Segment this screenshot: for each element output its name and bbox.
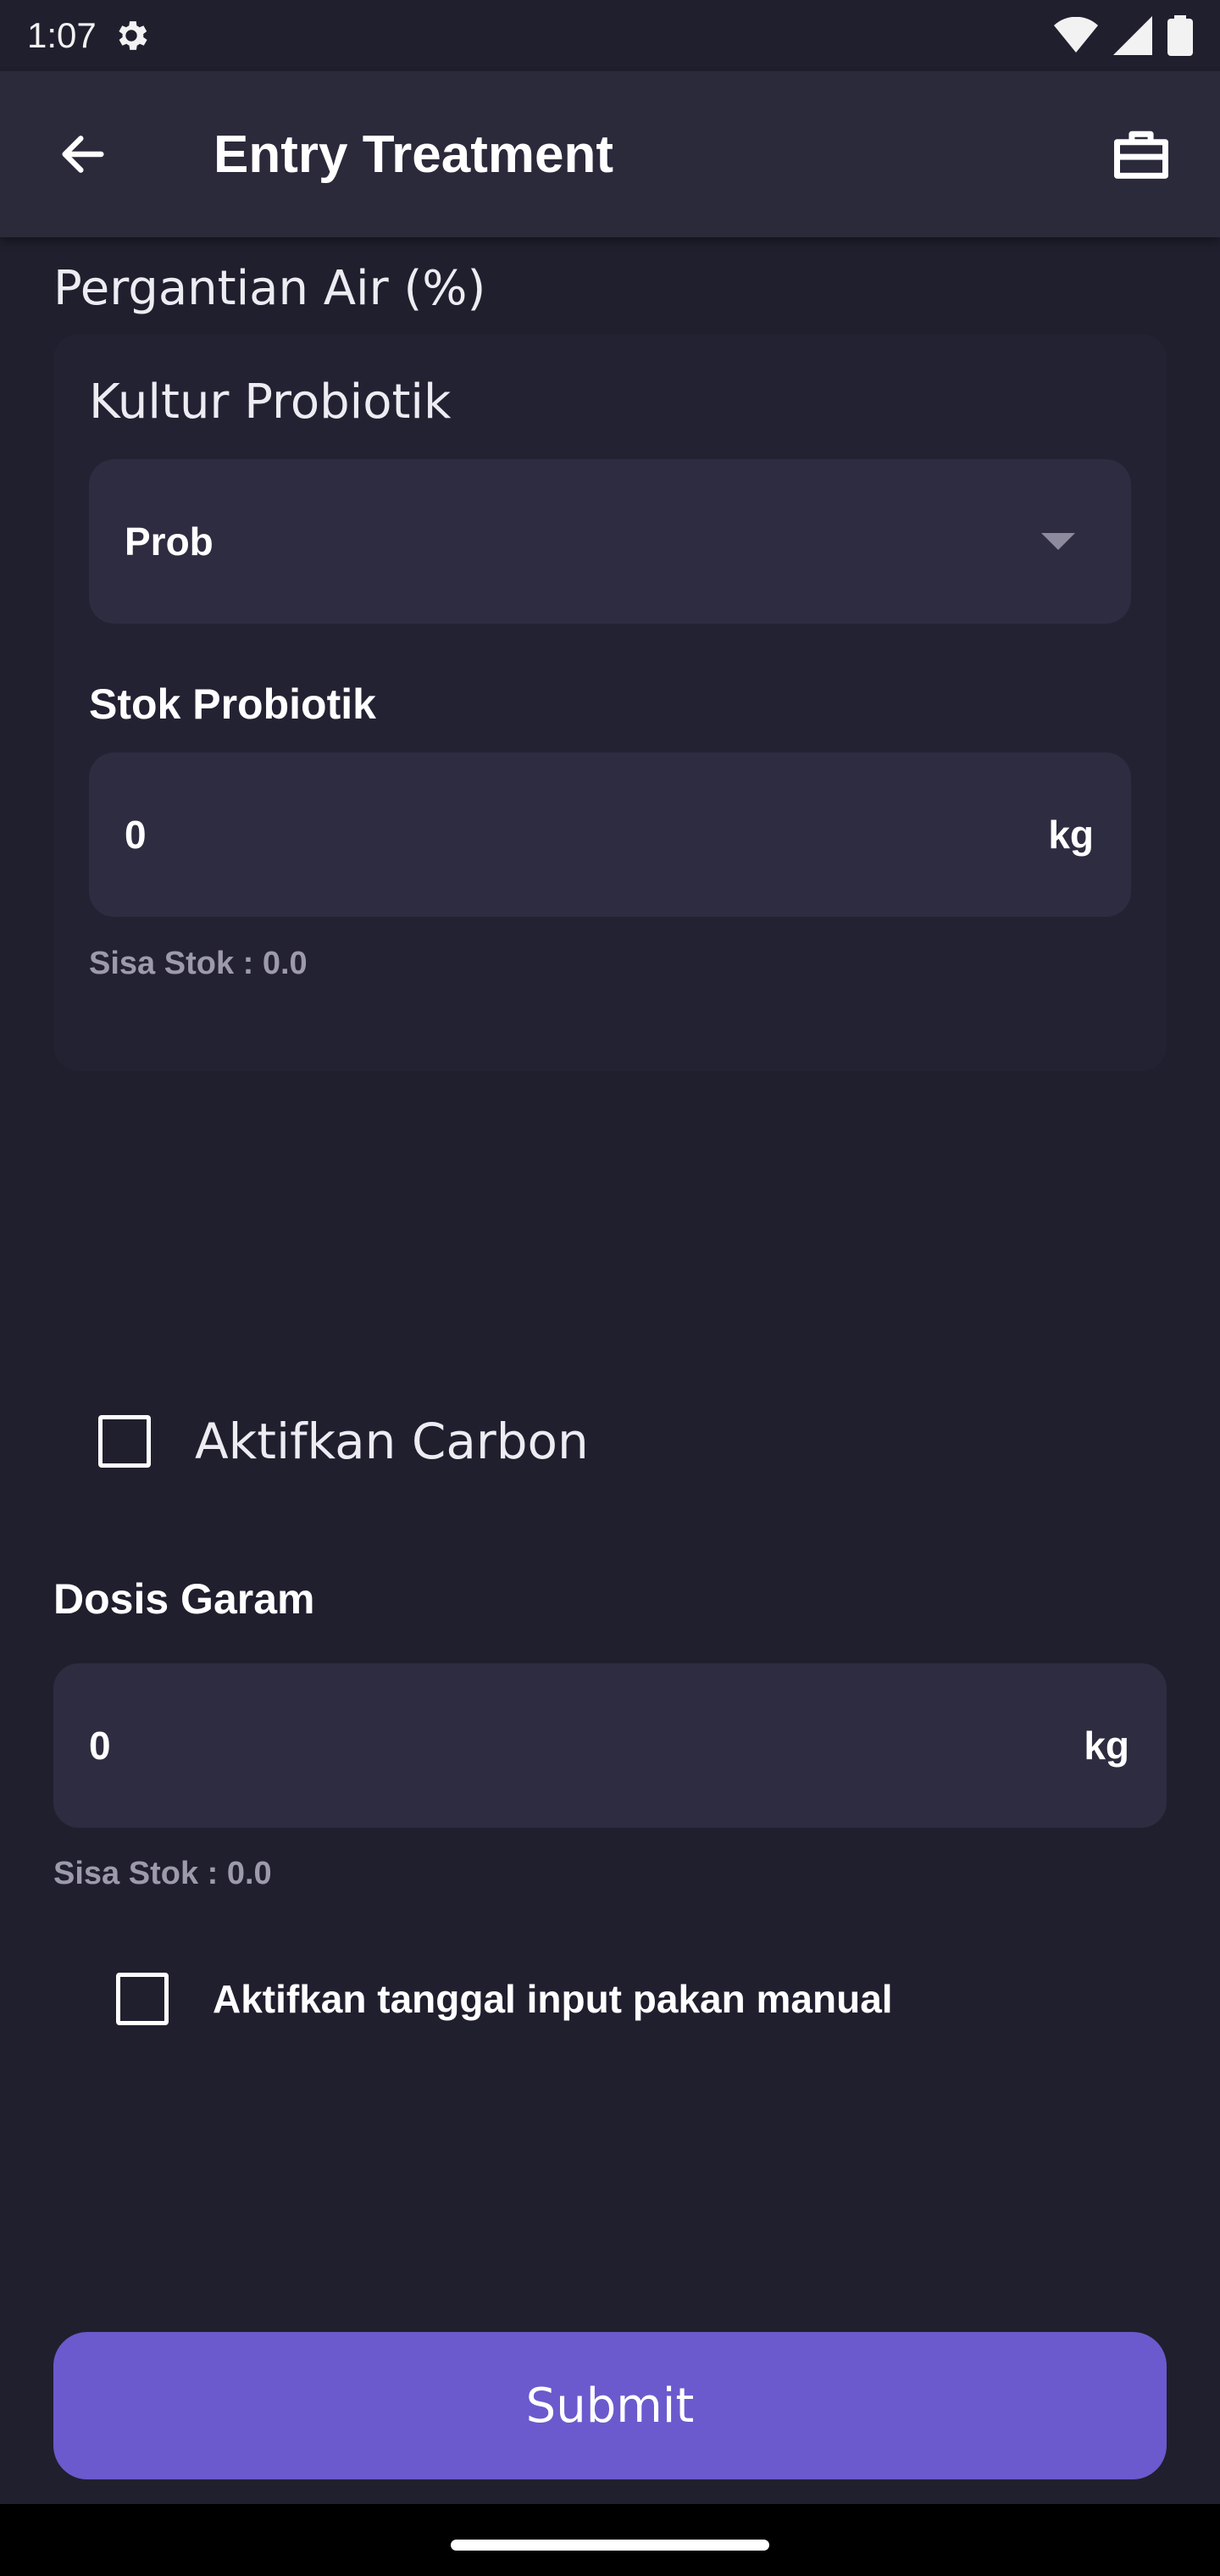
carbon-label: Aktifkan Carbon [195, 1413, 589, 1470]
probiotic-card: Kultur Probiotik Prob Stok Probiotik 0 k… [53, 334, 1167, 1071]
back-button[interactable] [32, 103, 134, 205]
probiotic-stock-remaining: Sisa Stok : 0.0 [89, 946, 308, 981]
briefcase-icon [1114, 130, 1168, 179]
status-bar: 1:07 [0, 0, 1220, 71]
salt-dose-input[interactable]: 0 kg [53, 1663, 1167, 1828]
salt-dose-value: 0 [89, 1724, 111, 1768]
gear-icon [119, 21, 147, 50]
manual-feed-date-label: Aktifkan tanggal input pakan manual [213, 1977, 893, 2021]
probiotic-stock-value: 0 [125, 813, 147, 857]
carbon-checkbox[interactable] [98, 1415, 151, 1468]
probiotic-culture-value: Prob [125, 519, 214, 564]
app-bar: Entry Treatment [0, 71, 1220, 237]
wifi-icon [1054, 17, 1098, 53]
page-title: Entry Treatment [214, 125, 614, 184]
salt-dose-label: Dosis Garam [53, 1575, 315, 1623]
probiotic-stock-label: Stok Probiotik [89, 680, 376, 728]
salt-stock-remaining: Sisa Stok : 0.0 [53, 1856, 272, 1891]
arrow-left-icon [62, 136, 104, 173]
probiotic-stock-unit: kg [1048, 813, 1094, 857]
status-time: 1:07 [27, 15, 97, 55]
signal-icon [1113, 16, 1152, 55]
navigation-bar [0, 2504, 1220, 2576]
probiotic-culture-select[interactable]: Prob [89, 459, 1131, 624]
home-handle[interactable] [451, 2540, 769, 2551]
battery-icon [1167, 15, 1193, 56]
salt-dose-unit: kg [1084, 1724, 1129, 1768]
briefcase-button[interactable] [1095, 108, 1188, 201]
probiotic-culture-label: Kultur Probiotik [89, 375, 452, 430]
manual-feed-date-row[interactable]: Aktifkan tanggal input pakan manual [116, 1973, 893, 2025]
submit-button[interactable]: Submit [53, 2332, 1167, 2479]
carbon-checkbox-row[interactable]: Aktifkan Carbon [98, 1413, 589, 1470]
manual-feed-date-checkbox[interactable] [116, 1973, 169, 2025]
triangle-down-icon [1041, 533, 1075, 550]
probiotic-stock-input[interactable]: 0 kg [89, 752, 1131, 917]
water-change-label: Pergantian Air (%) [53, 261, 486, 316]
